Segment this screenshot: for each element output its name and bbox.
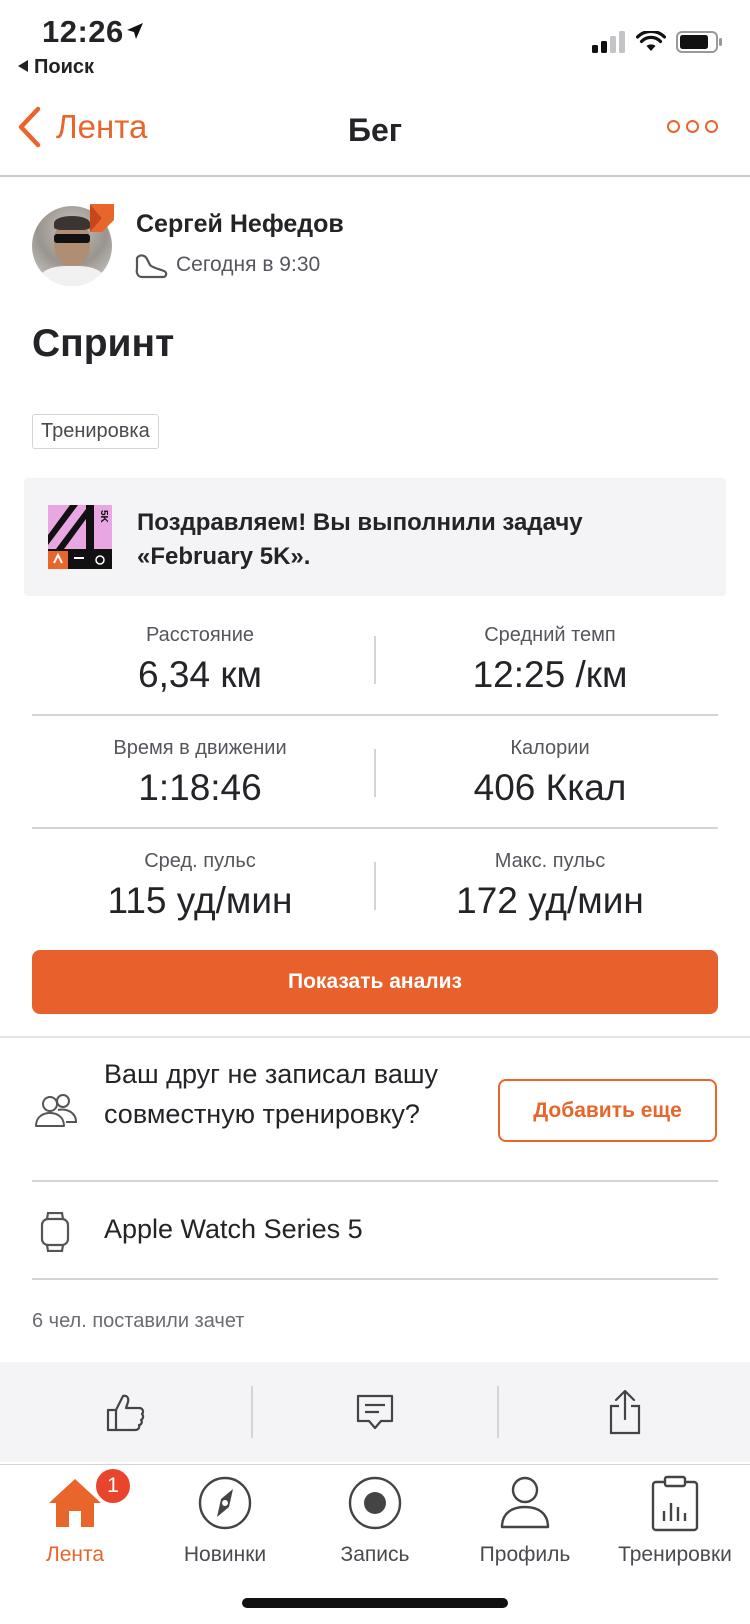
profile-icon xyxy=(500,1476,550,1529)
stat-row-divider xyxy=(32,827,718,829)
home-indicator[interactable] xyxy=(242,1598,508,1608)
stat-value-moving-time: 1:18:46 xyxy=(138,767,262,808)
tab-profile[interactable]: Профиль xyxy=(450,1465,600,1575)
tab-explore[interactable]: Новинки xyxy=(150,1465,300,1575)
record-icon xyxy=(348,1476,402,1530)
social-action-bar xyxy=(0,1362,750,1462)
stat-value-pace: 12:25 /км xyxy=(472,654,628,695)
add-more-button[interactable]: Добавить еще xyxy=(498,1079,717,1142)
stat-value-calories: 406 Ккал xyxy=(473,767,627,808)
challenge-card[interactable]: 5K Поздравляем! Вы выполнили задачу «Feb… xyxy=(24,478,726,596)
share-icon xyxy=(609,1389,640,1435)
running-shoe-icon xyxy=(135,254,168,279)
stat-value-max-hr: 172 уд/мин xyxy=(456,880,644,921)
tab-training[interactable]: Тренировки xyxy=(600,1465,750,1575)
challenge-badge-text: 5K xyxy=(98,510,109,524)
device-name: Apple Watch Series 5 xyxy=(104,1214,363,1244)
stat-value-avg-hr: 115 уд/мин xyxy=(107,880,293,921)
page-title: Бег xyxy=(347,112,403,148)
stat-divider xyxy=(374,749,376,797)
subscriber-badge-icon xyxy=(90,204,114,232)
status-indicators xyxy=(592,30,724,54)
tab-record[interactable]: Запись xyxy=(300,1465,450,1575)
battery-icon xyxy=(676,31,722,53)
stat-divider xyxy=(374,636,376,684)
group-icon xyxy=(35,1094,78,1127)
comment-icon xyxy=(356,1394,394,1430)
stat-label-moving-time: Время в движении xyxy=(113,737,287,759)
stat-label-distance: Расстояние xyxy=(145,624,255,646)
stat-label-pace: Средний темп xyxy=(484,624,616,646)
more-dot-icon xyxy=(686,120,699,133)
stat-label-max-hr: Макс. пульс xyxy=(494,850,606,872)
section-divider xyxy=(32,1278,718,1280)
status-time: 12:26 xyxy=(42,14,124,49)
stat-row-divider xyxy=(32,714,718,716)
stat-label-calories: Калории xyxy=(510,737,590,759)
tab-feed-label: Лента xyxy=(45,1543,105,1566)
training-log-icon xyxy=(651,1475,699,1532)
tab-training-label: Тренировки xyxy=(618,1543,732,1566)
section-divider xyxy=(32,1180,718,1182)
compass-icon xyxy=(198,1476,252,1530)
tab-profile-label: Профиль xyxy=(479,1543,571,1566)
location-arrow-icon xyxy=(127,23,143,39)
activity-timestamp: Сегодня в 9:30 xyxy=(176,253,321,276)
kudos-count[interactable]: 6 чел. поставили зачет xyxy=(32,1310,244,1333)
show-analysis-button[interactable]: Показать анализ xyxy=(32,950,718,1014)
signal-icon xyxy=(592,31,625,53)
status-back-link[interactable]: Поиск xyxy=(18,56,94,79)
activity-title: Спринт xyxy=(32,322,175,365)
more-options-button[interactable] xyxy=(667,120,718,133)
home-icon xyxy=(49,1479,101,1527)
workout-type-tag: Тренировка xyxy=(32,414,159,449)
stat-label-avg-hr: Сред. пульс xyxy=(144,850,256,872)
more-dot-icon xyxy=(667,120,680,133)
wifi-icon xyxy=(636,31,666,51)
tab-explore-label: Новинки xyxy=(183,1543,267,1566)
share-button[interactable] xyxy=(499,1362,750,1462)
athlete-name[interactable]: Сергей Нефедов xyxy=(136,210,344,239)
thumbs-up-icon xyxy=(106,1394,145,1432)
stat-value-distance: 6,34 км xyxy=(138,654,262,695)
notification-badge: 1 xyxy=(96,1469,130,1503)
tab-record-label: Запись xyxy=(340,1543,410,1566)
challenge-message: Поздравляем! Вы выполнили задачу «Februa… xyxy=(137,509,583,570)
watch-icon xyxy=(40,1212,70,1252)
kudos-button[interactable] xyxy=(0,1362,250,1462)
challenge-badge-icon: 5K xyxy=(48,505,112,569)
more-dot-icon xyxy=(705,120,718,133)
section-divider xyxy=(0,1036,750,1038)
stat-divider xyxy=(374,862,376,910)
friend-prompt-text: Ваш друг не записал вашу совместную трен… xyxy=(104,1059,439,1129)
comment-button[interactable] xyxy=(252,1362,498,1462)
nav-divider xyxy=(0,175,750,177)
back-triangle-icon xyxy=(18,60,28,72)
tab-feed[interactable]: 1 Лента xyxy=(0,1465,150,1575)
